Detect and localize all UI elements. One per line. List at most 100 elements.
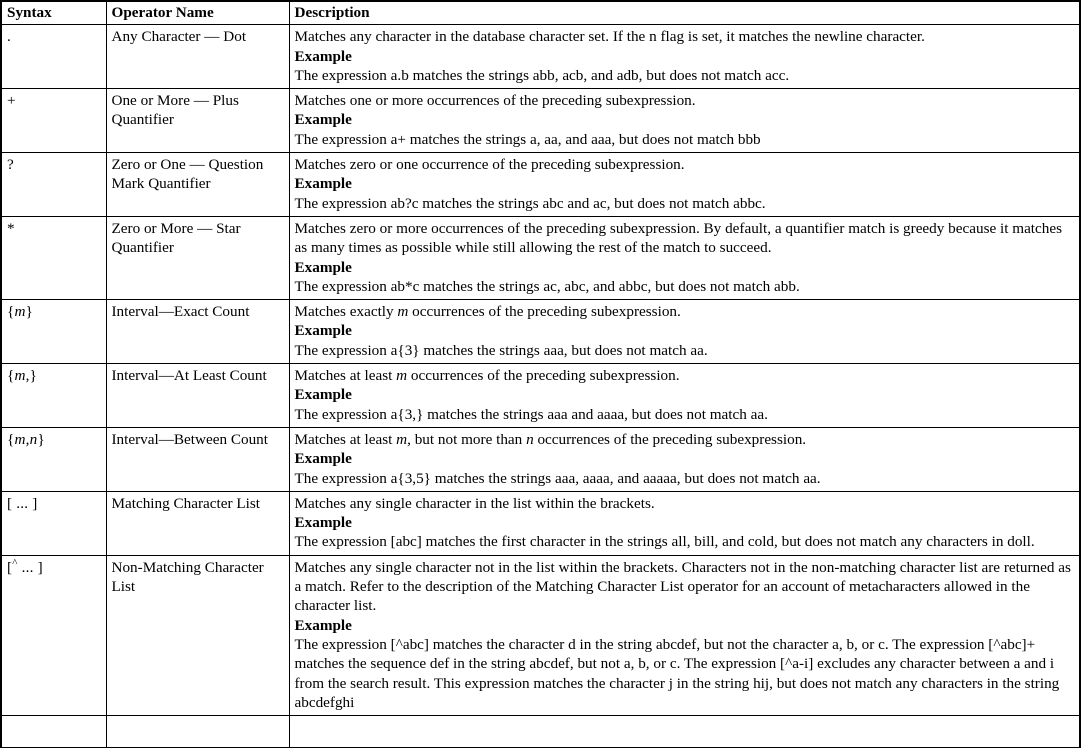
description-main-text: Matches at least m occurrences of the pr… <box>295 366 1076 385</box>
operator-name-cell: Interval—At Least Count <box>106 363 290 428</box>
example-text: The expression a+ matches the strings a,… <box>294 130 761 148</box>
column-header-operator-name: Operator Name <box>106 1 290 26</box>
text-fragment: . <box>7 28 11 46</box>
description-main-text: Matches at least m, but not more than n … <box>295 430 1076 449</box>
column-header-description: Description <box>289 1 1080 26</box>
example-label: Example <box>294 616 352 634</box>
partial-cell-syntax <box>1 715 107 748</box>
description-main-text: Matches one or more occurrences of the p… <box>294 92 696 110</box>
description-cell: Matches any single character not in the … <box>289 555 1080 717</box>
table-body: . Any Character — Dot Matches any characte… <box>1 24 1080 748</box>
text-fragment: + <box>7 92 16 110</box>
example-text: The expression a.b matches the strings a… <box>294 66 790 84</box>
example-label: Example <box>294 514 352 532</box>
syntax-cell: ? <box>1 152 107 217</box>
example-text: The expression ab*c matches the strings … <box>294 277 800 295</box>
text-fragment: { <box>7 303 15 321</box>
operator-name-cell: Non-Matching Character List <box>106 555 290 717</box>
text-fragment: } <box>37 430 45 448</box>
description-cell: Matches any single character in the list… <box>289 491 1080 556</box>
example-text: The expression [abc] matches the first c… <box>294 533 1035 551</box>
description-main-text: Matches any single character in the list… <box>294 494 655 512</box>
text-fragment: Matches exactly <box>294 303 398 321</box>
example-text: The expression a{3,} matches the strings… <box>294 405 768 423</box>
description-cell: Matches at least m occurrences of the pr… <box>289 363 1080 428</box>
text-fragment: occurrences of the preceding subexpressi… <box>407 367 680 385</box>
text-fragment: } <box>25 303 34 321</box>
table-row: [^ ... ] Non-Matching Character List Match… <box>1 555 1080 717</box>
example-text: The expression a{3} matches the strings … <box>294 341 708 359</box>
text-fragment: occurrences of the preceding subexpressi… <box>533 430 807 448</box>
text-fragment: m <box>397 303 409 321</box>
example-label: Example <box>294 47 352 65</box>
text-fragment: m <box>14 303 26 321</box>
text-fragment: { <box>7 367 15 385</box>
operator-name-cell: Matching Character List <box>106 491 290 556</box>
table-row-partial <box>1 715 1080 748</box>
table-header: Syntax Operator Name Description <box>1 1 1080 26</box>
description-cell: Matches any character in the database ch… <box>289 24 1080 90</box>
text-fragment: ,} <box>25 367 38 385</box>
description-cell: Matches at least m, but not more than n … <box>289 427 1080 492</box>
text-fragment: m <box>14 367 26 385</box>
operator-name-cell: Interval—Exact Count <box>106 299 290 365</box>
example-label: Example <box>294 450 352 468</box>
operator-name-cell: One or More — Plus Quantifier <box>106 88 290 154</box>
description-main-text: Matches zero or more occurrences of the … <box>294 219 1063 257</box>
table-row: * Zero or More — Star Quantifier Matches z… <box>1 216 1080 301</box>
text-fragment: { <box>7 430 15 448</box>
table-row: [ ... ] Matching Character List Matches an… <box>1 491 1080 556</box>
example-text: The expression ab?c matches the strings … <box>294 194 766 212</box>
regex-operators-table: Syntax Operator Name Description . Any Ch… <box>0 0 1081 748</box>
text-fragment: m <box>14 430 26 448</box>
table-row: ? Zero or One — Question Mark Quantifier M… <box>1 152 1080 217</box>
text-fragment: ? <box>7 156 14 174</box>
table-header-row: Syntax Operator Name Description <box>1 1 1080 26</box>
example-text: The expression [^abc] matches the charac… <box>294 635 1060 711</box>
syntax-cell: + <box>1 88 107 154</box>
column-header-syntax: Syntax <box>1 1 107 26</box>
syntax-cell: {m,} <box>1 363 107 428</box>
operator-name-cell: Zero or More — Star Quantifier <box>106 216 290 301</box>
syntax-cell: [ ... ] <box>1 491 107 556</box>
description-main-text: Matches any character in the database ch… <box>294 28 925 46</box>
operator-name-cell: Zero or One — Question Mark Quantifier <box>106 152 290 217</box>
text-fragment: , but not more than <box>407 430 527 448</box>
text-fragment: * <box>7 219 15 237</box>
operator-name-cell: Any Character — Dot <box>106 24 290 90</box>
text-fragment: occurrences of the preceding subexpressi… <box>408 303 681 321</box>
example-label: Example <box>294 111 352 129</box>
text-fragment: ... ] <box>17 558 43 576</box>
table-row: . Any Character — Dot Matches any characte… <box>1 24 1080 90</box>
example-label: Example <box>294 175 352 193</box>
description-cell: Matches one or more occurrences of the p… <box>289 88 1080 154</box>
description-main-text: Matches zero or one occurrence of the pr… <box>294 156 685 174</box>
description-cell: Matches exactly m occurrences of the pre… <box>289 299 1080 365</box>
example-label: Example <box>294 386 352 404</box>
partial-cell-operator-name <box>106 715 290 748</box>
syntax-cell: * <box>1 216 107 301</box>
text-fragment: n <box>526 430 534 448</box>
syntax-cell: {m} <box>1 299 107 365</box>
table-row: {m} Interval—Exact Count Matches exactly m… <box>1 299 1080 365</box>
syntax-cell: [^ ... ] <box>1 555 107 717</box>
description-cell: Matches zero or more occurrences of the … <box>289 216 1080 301</box>
operator-name-cell: Interval—Between Count <box>106 427 290 492</box>
example-label: Example <box>294 258 352 276</box>
text-fragment: [ ... ] <box>7 494 38 512</box>
text-fragment: Matches at least <box>294 367 397 385</box>
syntax-cell: {m,n} <box>1 427 107 492</box>
description-main-text: Matches exactly m occurrences of the pre… <box>295 302 1076 321</box>
table-row: {m,} Interval—At Least Count Matches at le… <box>1 363 1080 428</box>
table-row: {m,n} Interval—Between Count Matches at le… <box>1 427 1080 492</box>
document-page: Syntax Operator Name Description . Any Ch… <box>0 0 1089 748</box>
example-label: Example <box>294 322 352 340</box>
text-fragment: Matches at least <box>294 430 397 448</box>
example-text: The expression a{3,5} matches the string… <box>294 469 821 487</box>
text-fragment: m <box>396 367 408 385</box>
description-cell: Matches zero or one occurrence of the pr… <box>289 152 1080 217</box>
syntax-cell: . <box>1 24 107 90</box>
description-main-text: Matches any single character not in the … <box>294 558 1071 615</box>
text-fragment: m <box>396 430 408 448</box>
partial-cell-description <box>289 715 1080 748</box>
